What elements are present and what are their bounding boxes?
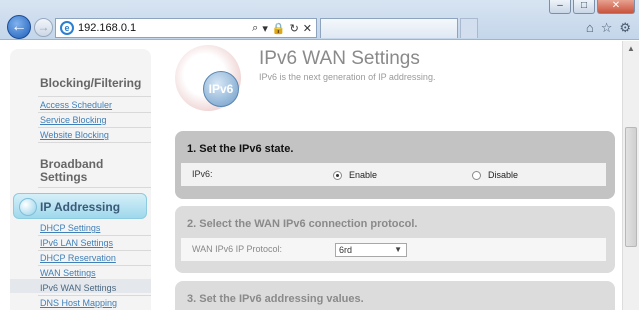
page-subtitle: IPv6 is the next generation of IP addres…	[259, 72, 436, 82]
favorites-icon[interactable]: ☆	[601, 20, 613, 36]
section-addressing-values: 3. Set the IPv6 addressing values.	[175, 281, 615, 310]
wan-protocol-select[interactable]: 6rd ▼	[335, 243, 407, 257]
sidebar-item-ip-addressing[interactable]: IP Addressing	[13, 193, 147, 219]
settings-gear-icon[interactable]: ⚙	[619, 20, 631, 36]
sidebar-link-wan-settings[interactable]: WAN Settings	[40, 268, 96, 278]
maximize-button[interactable]: □	[573, 0, 595, 14]
address-text[interactable]: 192.168.0.1	[78, 22, 252, 34]
sidebar-link-ipv6-lan-settings[interactable]: IPv6 LAN Settings	[40, 238, 113, 248]
disable-label: Disable	[488, 170, 519, 180]
section-wan-protocol: 2. Select the WAN IPv6 connection protoc…	[175, 206, 615, 273]
wan-protocol-value: 6rd	[339, 245, 353, 255]
section-title: 1. Set the IPv6 state.	[187, 143, 294, 155]
lock-icon[interactable]: 🔒	[272, 22, 286, 35]
stop-icon[interactable]: ✕	[303, 22, 312, 35]
divider	[38, 250, 151, 251]
back-button[interactable]: ←	[7, 15, 31, 39]
page-title: IPv6 WAN Settings	[259, 48, 420, 69]
sidebar-link-service-blocking[interactable]: Service Blocking	[40, 115, 107, 125]
sidebar-heading-line: Settings	[40, 170, 88, 184]
disable-radio[interactable]	[472, 170, 481, 180]
divider	[38, 295, 151, 296]
vertical-scrollbar[interactable]: ▲	[622, 41, 639, 310]
new-tab-button[interactable]	[460, 18, 478, 38]
disable-option[interactable]: Disable	[472, 170, 518, 180]
sidebar-link-access-scheduler[interactable]: Access Scheduler	[40, 100, 112, 110]
dropdown-icon[interactable]: ▾	[262, 22, 268, 35]
browser-chrome: – □ ✕ ← → e 192.168.0.1 ⌕ ▾ 🔒 ↻ ✕ ⌂ ☆ ⚙	[0, 0, 639, 40]
close-window-button[interactable]: ✕	[597, 0, 635, 14]
enable-option[interactable]: Enable	[333, 170, 377, 180]
divider	[38, 265, 151, 266]
home-icon[interactable]: ⌂	[586, 20, 594, 36]
window-controls: – □ ✕	[549, 0, 635, 14]
wan-protocol-row: WAN IPv6 IP Protocol: 6rd ▼	[181, 238, 606, 261]
sidebar-heading-blocking: Blocking/Filtering	[40, 76, 142, 90]
sidebar-link-website-blocking[interactable]: Website Blocking	[40, 130, 109, 140]
divider	[38, 112, 151, 113]
ipv6-logo-badge: IPv6	[203, 71, 239, 107]
section-title: 2. Select the WAN IPv6 connection protoc…	[187, 218, 418, 230]
sidebar-link-dhcp-settings[interactable]: DHCP Settings	[40, 223, 100, 233]
wan-protocol-label: WAN IPv6 IP Protocol:	[192, 244, 283, 254]
ipv6-logo: IPv6	[175, 45, 241, 111]
ipv6-label: IPv6:	[192, 169, 213, 179]
enable-label: Enable	[349, 170, 378, 180]
minimize-button[interactable]: –	[549, 0, 571, 14]
section-ipv6-state: 1. Set the IPv6 state. IPv6: Enable Disa…	[175, 131, 615, 199]
page-content: Blocking/Filtering Access Scheduler Serv…	[0, 41, 622, 310]
chevron-down-icon: ▼	[394, 245, 402, 254]
refresh-icon[interactable]: ↻	[290, 22, 299, 35]
divider	[38, 187, 151, 188]
divider	[38, 142, 151, 143]
sidebar-item-label: IP Addressing	[40, 200, 121, 214]
sidebar-link-ipv6-wan-settings[interactable]: IPv6 WAN Settings	[40, 283, 116, 293]
sidebar-heading-broadband[interactable]: Broadband Settings	[40, 158, 103, 184]
globe-icon	[19, 198, 37, 216]
divider	[38, 96, 151, 97]
divider	[38, 235, 151, 236]
address-bar[interactable]: e 192.168.0.1 ⌕ ▾ 🔒 ↻ ✕	[55, 18, 317, 38]
section-title: 3. Set the IPv6 addressing values.	[187, 293, 364, 305]
browser-tab[interactable]	[320, 18, 458, 38]
enable-radio[interactable]	[333, 170, 342, 180]
divider	[38, 127, 151, 128]
scrollbar-thumb[interactable]	[625, 127, 637, 247]
scroll-up-icon[interactable]: ▲	[623, 41, 639, 57]
search-icon[interactable]: ⌕	[252, 22, 258, 35]
sidebar-link-dns-host-mapping[interactable]: DNS Host Mapping	[40, 298, 117, 308]
ie-icon: e	[60, 21, 74, 35]
ipv6-state-row: IPv6: Enable Disable	[181, 163, 606, 186]
sidebar-link-dhcp-reservation[interactable]: DHCP Reservation	[40, 253, 116, 263]
sidebar: Blocking/Filtering Access Scheduler Serv…	[10, 49, 151, 310]
forward-button[interactable]: →	[34, 18, 53, 37]
